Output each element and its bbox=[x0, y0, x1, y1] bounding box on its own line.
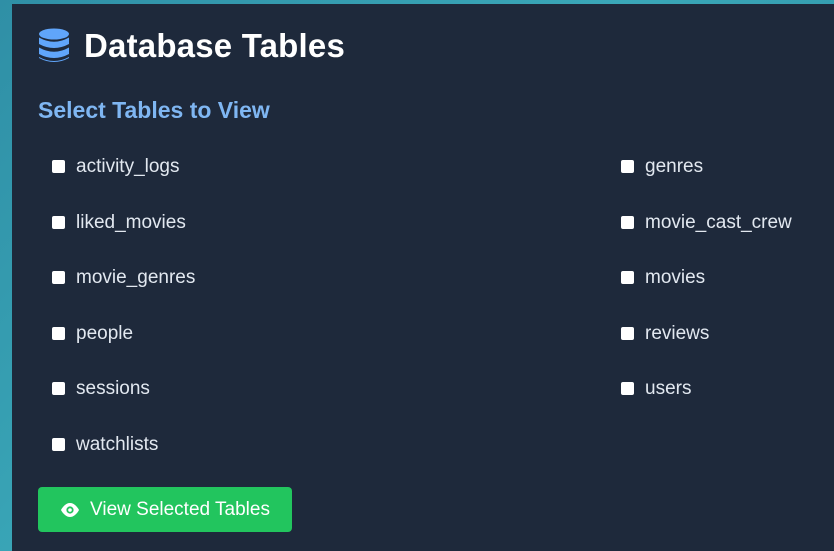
table-option-label: activity_logs bbox=[76, 156, 180, 177]
checkbox[interactable] bbox=[52, 160, 65, 173]
table-option-movie-cast-crew[interactable]: movie_cast_crew bbox=[621, 204, 792, 260]
checkbox[interactable] bbox=[52, 326, 65, 340]
page-title: Database Tables bbox=[84, 27, 346, 64]
eye-icon bbox=[61, 502, 80, 517]
table-option-label: users bbox=[645, 378, 692, 399]
table-checkbox-grid: activity_logs liked_movies movie_genres … bbox=[52, 148, 812, 478]
panel-header: Database Tables bbox=[38, 26, 345, 66]
table-option-label: movie_genres bbox=[76, 267, 196, 288]
checkbox[interactable] bbox=[621, 271, 634, 284]
table-option-activity-logs[interactable]: activity_logs bbox=[52, 148, 195, 204]
table-option-label: sessions bbox=[76, 378, 150, 399]
view-selected-tables-button[interactable]: View Selected Tables bbox=[38, 487, 292, 532]
table-option-label: liked_movies bbox=[76, 211, 186, 233]
view-selected-tables-label: View Selected Tables bbox=[90, 498, 270, 520]
table-option-label: movie_cast_crew bbox=[645, 211, 792, 233]
checkbox[interactable] bbox=[52, 437, 65, 451]
table-option-liked-movies[interactable]: liked_movies bbox=[52, 204, 195, 260]
table-option-movie-genres[interactable]: movie_genres bbox=[52, 259, 195, 315]
table-column-right: genres movie_cast_crew movies reviews us… bbox=[621, 148, 792, 426]
table-option-sessions[interactable]: sessions bbox=[52, 370, 195, 426]
checkbox[interactable] bbox=[621, 215, 634, 229]
table-option-reviews[interactable]: reviews bbox=[621, 315, 792, 371]
table-column-left: activity_logs liked_movies movie_genres … bbox=[52, 148, 195, 481]
table-option-label: people bbox=[76, 322, 134, 344]
table-option-label: watchlists bbox=[76, 433, 159, 455]
checkbox[interactable] bbox=[52, 271, 65, 284]
checkbox[interactable] bbox=[621, 160, 634, 173]
table-option-movies[interactable]: movies bbox=[621, 259, 792, 315]
section-subtitle: Select Tables to View bbox=[38, 97, 270, 123]
checkbox[interactable] bbox=[52, 215, 65, 229]
checkbox[interactable] bbox=[52, 382, 65, 395]
table-option-people[interactable]: people bbox=[52, 315, 195, 371]
table-option-label: genres bbox=[645, 156, 704, 177]
database-tables-panel: Database Tables Select Tables to View ac… bbox=[12, 4, 834, 551]
table-option-label: movies bbox=[645, 267, 706, 288]
table-option-label: reviews bbox=[645, 322, 710, 344]
checkbox[interactable] bbox=[621, 326, 634, 340]
table-option-watchlists[interactable]: watchlists bbox=[52, 426, 195, 482]
database-icon bbox=[39, 28, 69, 62]
checkbox[interactable] bbox=[621, 382, 634, 395]
table-option-users[interactable]: users bbox=[621, 370, 792, 426]
table-option-genres[interactable]: genres bbox=[621, 148, 792, 204]
